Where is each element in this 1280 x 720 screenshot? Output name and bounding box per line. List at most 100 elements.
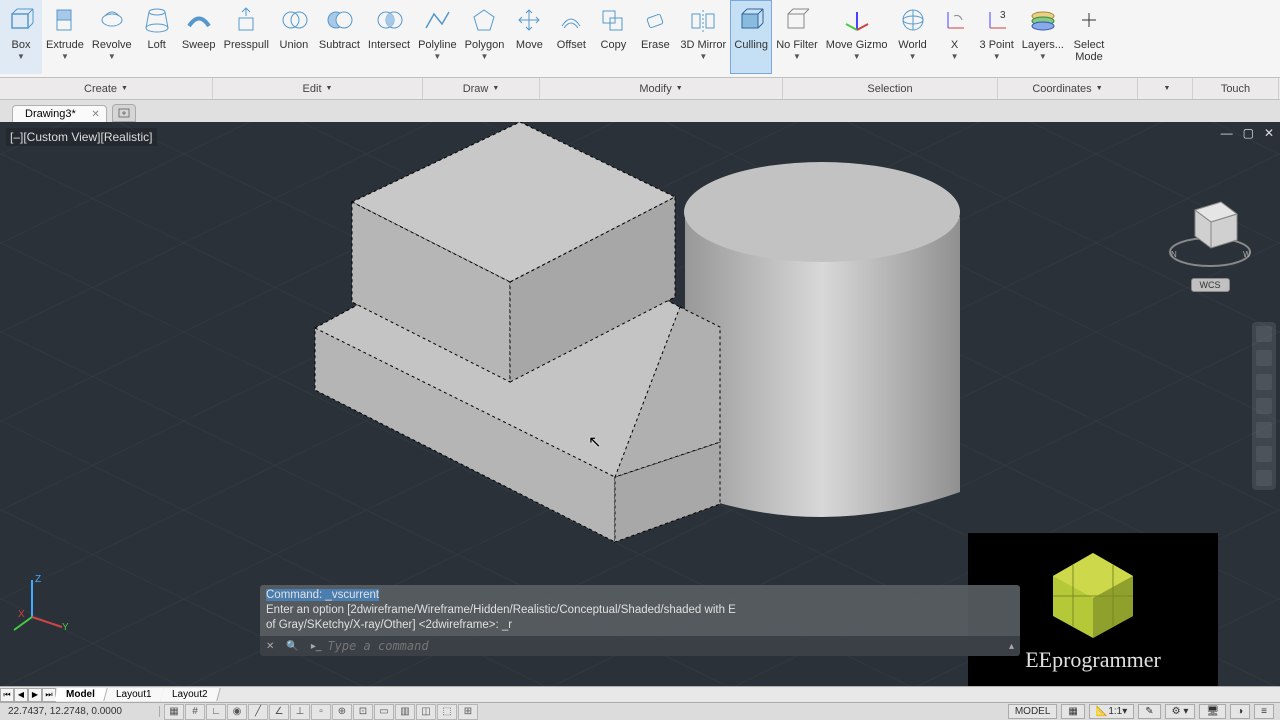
layout-tab-layout2[interactable]: Layout2 — [161, 688, 221, 701]
status-toggle-5[interactable]: ∠ — [269, 704, 289, 720]
ribbon-3dmirror-button[interactable]: 3D Mirror▼ — [676, 0, 730, 74]
search-icon[interactable]: 🔍 — [280, 641, 304, 652]
ribbon-polygon-button[interactable]: Polygon▼ — [461, 0, 509, 74]
ribbon-nofilter-button[interactable]: No Filter▼ — [772, 0, 822, 74]
status-toggle-4[interactable]: ╱ — [248, 704, 268, 720]
status-toggle-11[interactable]: ▥ — [395, 704, 415, 720]
panel-touch-label[interactable]: Touch — [1193, 78, 1279, 99]
document-tab[interactable]: Drawing3* ✕ — [12, 105, 107, 122]
status-toggle-6[interactable]: ⊥ — [290, 704, 310, 720]
command-input[interactable] — [327, 639, 1003, 653]
annotation-icon[interactable]: ✎ — [1138, 704, 1160, 719]
minimize-icon[interactable]: — — [1221, 126, 1233, 140]
ribbon-offset-button[interactable]: Offset — [550, 0, 592, 74]
ribbon-loft-button[interactable]: Loft — [136, 0, 178, 74]
chevron-down-icon: ▼ — [1164, 85, 1171, 92]
hardware-icon[interactable]: 🖥 — [1199, 704, 1226, 719]
panel-edit-label[interactable]: Edit▼ — [213, 78, 423, 99]
close-icon[interactable]: ✕ — [91, 109, 99, 120]
panel-create-label[interactable]: Create▼ — [0, 78, 213, 99]
ribbon-presspull-button[interactable]: Presspull — [220, 0, 273, 74]
customize-icon[interactable]: ≡ — [1254, 704, 1274, 719]
status-toggle-2[interactable]: ∟ — [206, 704, 226, 720]
nav-tool-icon[interactable] — [1256, 374, 1272, 390]
subtract-icon — [322, 3, 356, 37]
status-right: MODEL ▦ 📐 1:1 ▾ ✎ ⚙ ▾ 🖥 ◑ ≡ — [1008, 704, 1280, 719]
status-toggle-10[interactable]: ▭ — [374, 704, 394, 720]
culling-icon — [734, 3, 768, 37]
new-tab-button[interactable] — [112, 104, 136, 122]
command-line: Command: _vscurrent Enter an option [2dw… — [260, 585, 1020, 656]
status-toggle-9[interactable]: ⊡ — [353, 704, 373, 720]
ribbon-move-button[interactable]: Move — [508, 0, 550, 74]
status-toggle-13[interactable]: ⬚ — [437, 704, 457, 720]
coordinates-readout: 22.7437, 12.2748, 0.0000 — [0, 706, 160, 717]
ribbon-3point-button[interactable]: 33 Point▼ — [976, 0, 1018, 74]
nav-tool-icon[interactable] — [1256, 398, 1272, 414]
viewcube[interactable]: N W WCS — [1160, 182, 1260, 302]
ribbon-sweep-button[interactable]: Sweep — [178, 0, 220, 74]
expand-icon[interactable]: ▴ — [1003, 641, 1020, 652]
panel-coordinates-label[interactable]: Coordinates▼ — [998, 78, 1138, 99]
panel-draw-label[interactable]: Draw▼ — [423, 78, 540, 99]
chevron-down-icon: ▼ — [492, 85, 499, 92]
ribbon-extrude-button[interactable]: Extrude▼ — [42, 0, 88, 74]
ribbon-selectmode-button[interactable]: SelectMode — [1068, 0, 1110, 74]
ribbon-polyline-button[interactable]: Polyline▼ — [414, 0, 461, 74]
ribbon-subtract-button[interactable]: Subtract — [315, 0, 364, 74]
ribbon-erase-button[interactable]: Erase — [634, 0, 676, 74]
panel-selection-label[interactable]: Selection — [783, 78, 998, 99]
grid-toggle-icon[interactable]: ▦ — [1061, 704, 1084, 719]
ribbon-revolve-button[interactable]: Revolve▼ — [88, 0, 136, 74]
ribbon-intersect-button[interactable]: Intersect — [364, 0, 414, 74]
isolate-icon[interactable]: ◑ — [1230, 704, 1250, 719]
status-toggle-14[interactable]: ⊞ — [458, 704, 478, 720]
ribbon-movegizmo-button[interactable]: Move Gizmo▼ — [822, 0, 892, 74]
offset-icon — [554, 3, 588, 37]
model-shapes — [260, 122, 1000, 562]
ribbon-box-button[interactable]: Box▼ — [0, 0, 42, 74]
chevron-down-icon: ▼ — [993, 52, 1001, 61]
maximize-icon[interactable]: ▢ — [1243, 126, 1254, 140]
status-toggle-8[interactable]: ⊕ — [332, 704, 352, 720]
model-space-button[interactable]: MODEL — [1008, 704, 1058, 719]
ribbon-union-button[interactable]: Union — [273, 0, 315, 74]
workspace-icon[interactable]: ⚙ ▾ — [1165, 704, 1196, 719]
close-icon[interactable]: ✕ — [260, 641, 280, 652]
prev-icon[interactable]: ◀ — [14, 688, 28, 702]
status-toggle-12[interactable]: ◫ — [416, 704, 436, 720]
wcs-badge[interactable]: WCS — [1191, 278, 1230, 292]
loft-icon — [140, 3, 174, 37]
layout-tab-model[interactable]: Model — [54, 688, 107, 701]
status-toggle-1[interactable]: # — [185, 704, 205, 720]
ribbon-copy-button[interactable]: Copy — [592, 0, 634, 74]
view-style-label[interactable]: [–][Custom View][Realistic] — [6, 128, 157, 146]
axis-x-icon — [938, 3, 972, 37]
first-icon[interactable]: ⏮ — [0, 688, 14, 702]
nav-tool-icon[interactable] — [1256, 350, 1272, 366]
chevron-down-icon: ▼ — [793, 52, 801, 61]
nav-tool-icon[interactable] — [1256, 422, 1272, 438]
svg-text:W: W — [1243, 250, 1251, 259]
ribbon-layers-button[interactable]: Layers...▼ — [1018, 0, 1068, 74]
nav-tool-icon[interactable] — [1256, 470, 1272, 486]
chevron-down-icon: ▼ — [676, 85, 683, 92]
chevron-down-icon: ▼ — [108, 52, 116, 61]
layout-tab-layout1[interactable]: Layout1 — [104, 688, 164, 701]
ribbon-culling-button[interactable]: Culling — [730, 0, 772, 74]
panel-misc-label[interactable]: ▼ — [1138, 78, 1193, 99]
ribbon-world-button[interactable]: World▼ — [892, 0, 934, 74]
annotation-scale[interactable]: 📐 1:1 ▾ — [1089, 704, 1134, 719]
nav-tool-icon[interactable] — [1256, 326, 1272, 342]
close-viewport-icon[interactable]: ✕ — [1264, 126, 1274, 140]
panel-modify-label[interactable]: Modify▼ — [540, 78, 783, 99]
status-toggle-7[interactable]: ▫ — [311, 704, 331, 720]
navigation-bar[interactable] — [1252, 322, 1276, 490]
ribbon-toolbar: Box▼Extrude▼Revolve▼LoftSweepPresspullUn… — [0, 0, 1280, 78]
ribbon-axis-x-button[interactable]: X▼ — [934, 0, 976, 74]
status-toggle-3[interactable]: ◉ — [227, 704, 247, 720]
next-icon[interactable]: ▶ — [28, 688, 42, 702]
model-viewport[interactable]: [–][Custom View][Realistic] — ▢ ✕ ↖ — [0, 122, 1280, 688]
status-toggle-0[interactable]: ▦ — [164, 704, 184, 720]
nav-tool-icon[interactable] — [1256, 446, 1272, 462]
